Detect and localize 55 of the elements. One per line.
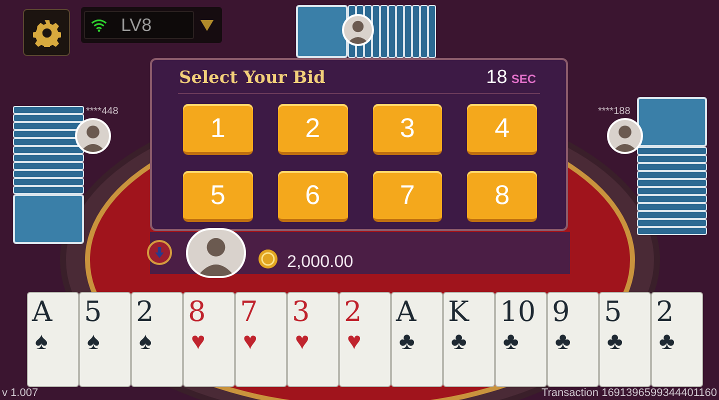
- player-name: ****448: [86, 105, 118, 119]
- playing-card[interactable]: 5 ♠: [79, 292, 131, 387]
- card-rank: A: [396, 295, 416, 329]
- card-suit: ♣: [450, 329, 467, 355]
- playing-card[interactable]: 7 ♥: [235, 292, 287, 387]
- card-rank: 2: [656, 295, 674, 329]
- card-suit: ♣: [398, 329, 415, 355]
- dropdown-triangle-icon[interactable]: [200, 20, 214, 30]
- playing-card[interactable]: 2 ♠: [131, 292, 183, 387]
- card-rank: 3: [292, 295, 310, 329]
- playing-card[interactable]: A ♣: [391, 292, 443, 387]
- card-rank: 2: [344, 295, 362, 329]
- playing-card[interactable]: 10 ♣: [495, 292, 547, 387]
- card-rank: 2: [136, 295, 154, 329]
- card-suit: ♣: [502, 329, 519, 355]
- card-suit: ♠: [86, 329, 100, 355]
- transaction-label: Transaction 1691396599344401160: [541, 386, 717, 400]
- wifi-icon: [91, 18, 107, 32]
- card-rank: 5: [84, 295, 102, 329]
- avatar-icon: [75, 118, 111, 154]
- level-label: LV8: [121, 14, 152, 36]
- card-rank: 10: [500, 295, 536, 329]
- settings-button[interactable]: [23, 9, 70, 56]
- playing-card[interactable]: 2 ♣: [651, 292, 703, 387]
- card-suit: ♥: [346, 329, 362, 355]
- card-rank: 9: [552, 295, 570, 329]
- card-rank: 8: [188, 295, 206, 329]
- card-suit: ♣: [554, 329, 571, 355]
- playing-card[interactable]: 5 ♣: [599, 292, 651, 387]
- version-label: v 1.007: [2, 386, 38, 400]
- dialog-title: Select Your Bid: [179, 66, 326, 90]
- card-rank: 7: [240, 295, 258, 329]
- playing-card[interactable]: 9 ♣: [547, 292, 599, 387]
- timer-unit: SEC: [511, 71, 536, 88]
- card-suit: ♠: [138, 329, 152, 355]
- player-name: ****188: [598, 105, 630, 119]
- card-suit: ♥: [242, 329, 258, 355]
- balance-amount: 2,000.00: [287, 251, 354, 273]
- card-suit: ♥: [294, 329, 310, 355]
- card-rank: K: [448, 295, 469, 329]
- card-suit: ♣: [658, 329, 675, 355]
- playing-card[interactable]: 8 ♥: [183, 292, 235, 387]
- playing-card[interactable]: 2 ♥: [339, 292, 391, 387]
- avatar-icon: [607, 118, 643, 154]
- coin-icon: [258, 249, 278, 269]
- card-suit: ♣: [606, 329, 623, 355]
- settings-icon: [32, 18, 60, 46]
- playing-card[interactable]: K ♣: [443, 292, 495, 387]
- playing-card[interactable]: 3 ♥: [287, 292, 339, 387]
- card-rank: A: [32, 295, 52, 329]
- card-rank: 5: [604, 295, 622, 329]
- countdown-timer: 18: [486, 66, 508, 90]
- card-suit: ♥: [190, 329, 206, 355]
- playing-card[interactable]: A ♠: [27, 292, 79, 387]
- card-suit: ♠: [34, 329, 48, 355]
